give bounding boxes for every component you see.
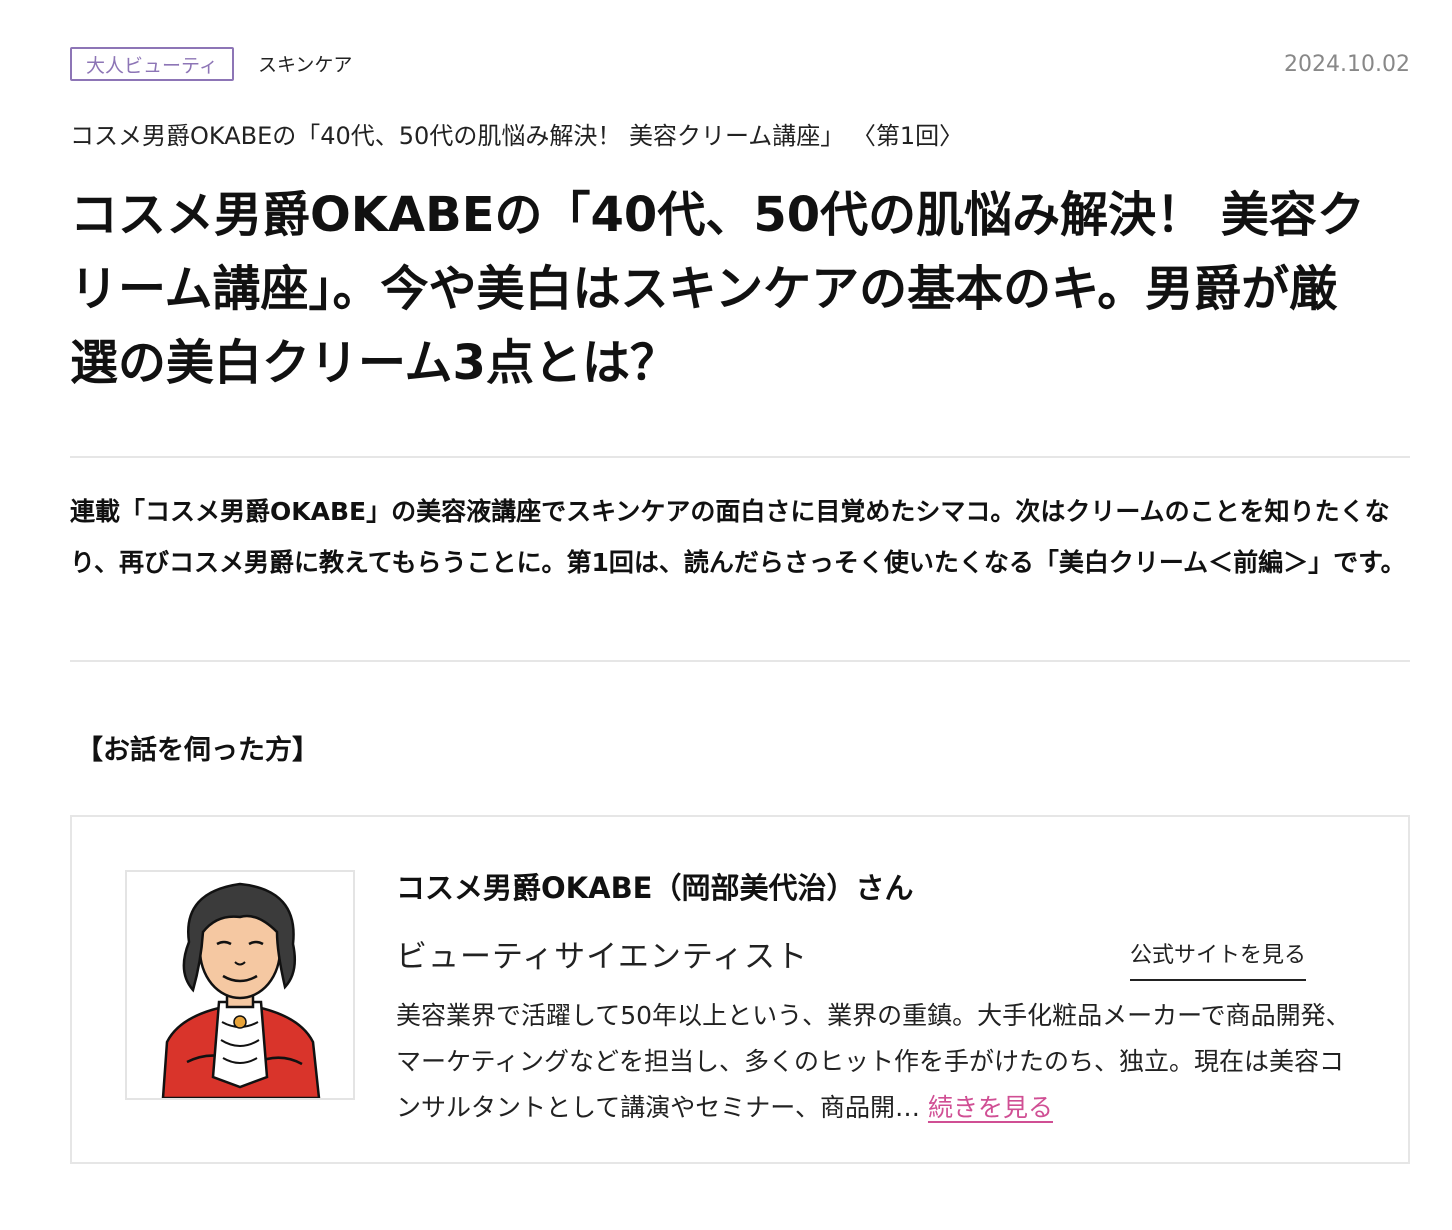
section-heading: 【お話を伺った方】 (76, 735, 319, 766)
lead-text: 連載「コスメ男爵OKABE」の美容液講座でスキンケアの面白さに目覚めたシマコ。次… (70, 497, 1406, 577)
profile-bio-text: 美容業界で活躍して50年以上という、業界の重鎮。大手化粧品メーカーで商品開発、マ… (396, 1001, 1351, 1122)
series-title: コスメ男爵OKABEの「40代、50代の肌悩み解決！ 美容クリーム講座」 〈第1… (70, 122, 964, 150)
avatar (125, 870, 355, 1100)
category-tag[interactable]: スキンケア (258, 47, 352, 83)
official-site-link[interactable]: 公式サイトを見る (1130, 937, 1307, 981)
divider (70, 660, 1410, 662)
tag-badge[interactable]: 大人ビューティ (70, 47, 234, 81)
page-title: コスメ男爵OKABEの「40代、50代の肌悩み解決！ 美容クリーム講座」。今や美… (70, 187, 1365, 391)
publish-date: 2024.10.02 (1284, 52, 1410, 77)
meta-row: 大人ビューティ スキンケア 2024.10.02 (70, 47, 1410, 83)
divider (70, 456, 1410, 458)
read-more-link[interactable]: 続きを見る (928, 1093, 1053, 1122)
profile-bio: 美容業界で活躍して50年以上という、業界の重鎮。大手化粧品メーカーで商品開発、マ… (396, 993, 1366, 1131)
profile-role: ビューティサイエンティスト (396, 939, 808, 975)
profile-name: コスメ男爵OKABE（岡部美代治）さん (396, 871, 914, 905)
profile-card: コスメ男爵OKABE（岡部美代治）さん ビューティサイエンティスト 公式サイトを… (70, 815, 1410, 1164)
portrait-illustration-icon (161, 882, 321, 1098)
